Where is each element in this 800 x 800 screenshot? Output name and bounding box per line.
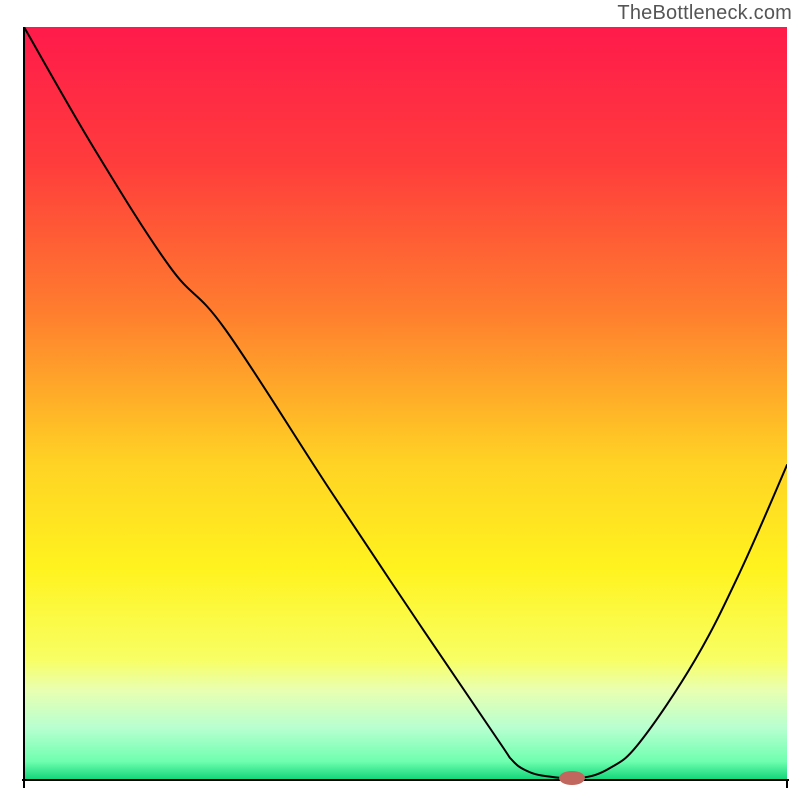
plot-svg bbox=[0, 0, 800, 800]
chart-container: TheBottleneck.com bbox=[0, 0, 800, 800]
heatmap-background bbox=[24, 27, 787, 780]
optimum-marker bbox=[559, 771, 585, 785]
watermark-label: TheBottleneck.com bbox=[617, 2, 792, 25]
